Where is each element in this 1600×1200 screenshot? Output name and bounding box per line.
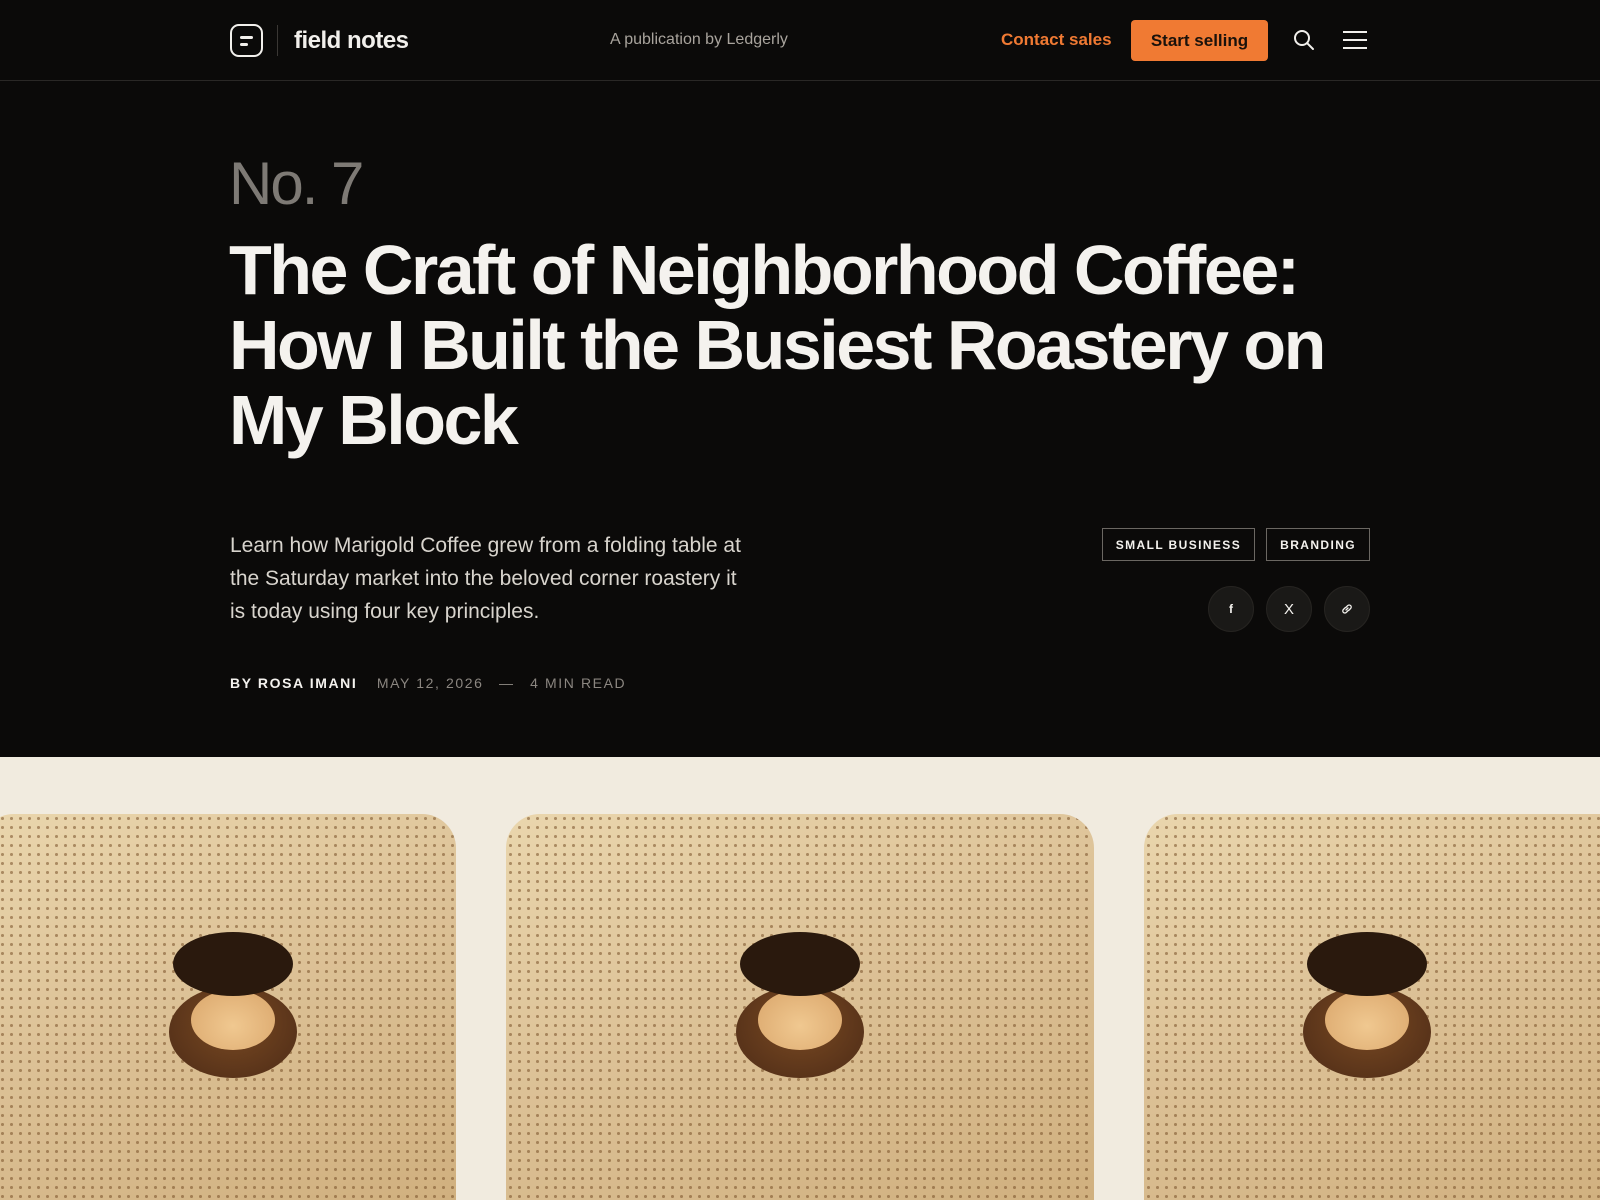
tag-branding[interactable]: BRANDING [1266,528,1370,561]
coffee-cup-image [736,932,864,1078]
image-gallery [0,757,1600,1200]
author-name[interactable]: BY ROSA IMANI [230,675,357,691]
search-icon[interactable] [1293,29,1315,51]
contact-sales-link[interactable]: Contact sales [1001,30,1112,50]
gallery-card[interactable] [0,814,456,1200]
byline-separator: — [499,675,515,691]
share-x-button[interactable]: X [1266,586,1312,632]
logo-icon[interactable] [230,24,263,57]
article-title: The Craft of Neighborhood Coffee: How I … [229,231,1326,459]
publication-tagline: A publication by Ledgerly [610,31,788,48]
share-facebook-button[interactable]: f [1208,586,1254,632]
coffee-cup-image [169,932,297,1078]
gallery-card[interactable] [1144,814,1600,1200]
read-time: 4 MIN READ [530,675,627,691]
gallery-card[interactable] [506,814,1094,1200]
logo-divider [277,25,278,56]
article-lede: Learn how Marigold Coffee grew from a fo… [230,534,741,623]
tag-list: SMALL BUSINESS BRANDING [1101,528,1370,561]
facebook-icon: f [1229,602,1233,616]
tag-small-business[interactable]: SMALL BUSINESS [1101,528,1256,561]
byline: BY ROSA IMANI MAY 12, 2026 — 4 MIN READ [230,675,626,691]
link-icon [1342,604,1352,614]
copy-link-button[interactable] [1324,586,1370,632]
menu-icon[interactable] [1343,29,1367,51]
brand-name[interactable]: field notes [294,24,409,57]
issue-number: No. 7 [229,150,364,217]
coffee-cup-image [1303,932,1431,1078]
share-buttons: f X [1208,586,1370,632]
top-nav: field notes A publication by Ledgerly Co… [0,0,1600,81]
publish-date: MAY 12, 2026 [376,675,484,691]
x-icon: X [1283,600,1294,618]
start-selling-button[interactable]: Start selling [1131,20,1268,61]
